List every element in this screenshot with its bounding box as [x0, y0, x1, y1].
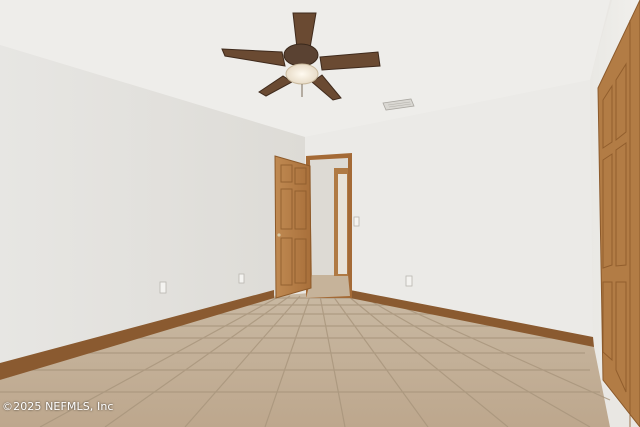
fan-motor-housing — [283, 43, 319, 67]
wall-outlet-back — [405, 275, 413, 287]
wall-outlet-left-1 — [159, 281, 167, 294]
fan-light-bowl — [285, 63, 319, 85]
light-switch — [353, 216, 360, 227]
copyright-watermark: ©2025 NEFMLS, Inc — [2, 400, 114, 413]
hallway-door-opening — [338, 174, 347, 274]
room-scene — [0, 0, 640, 427]
wall-outlet-left-2 — [238, 273, 245, 284]
door-knob — [277, 233, 281, 237]
hallway-floor — [306, 275, 350, 298]
room-photo: ©2025 NEFMLS, Inc — [0, 0, 640, 427]
